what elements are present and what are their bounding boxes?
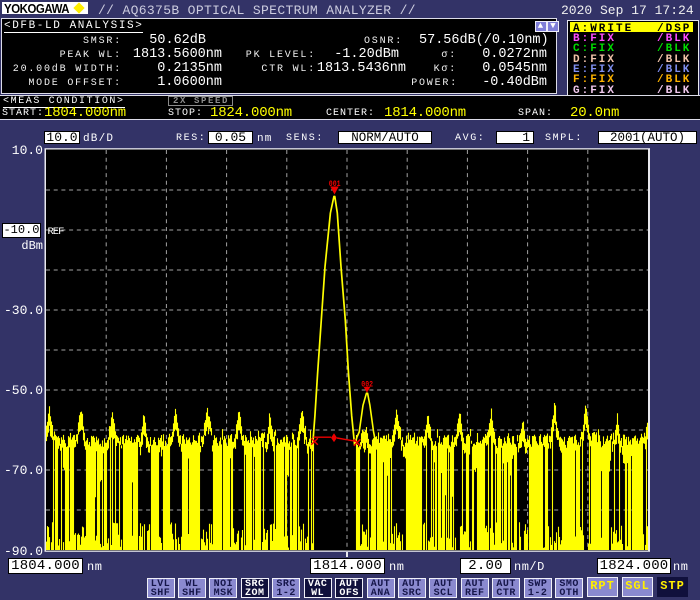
svg-text:001: 001 bbox=[329, 179, 341, 189]
svg-text:REF: REF bbox=[48, 226, 65, 238]
svg-text:002: 002 bbox=[361, 380, 373, 390]
